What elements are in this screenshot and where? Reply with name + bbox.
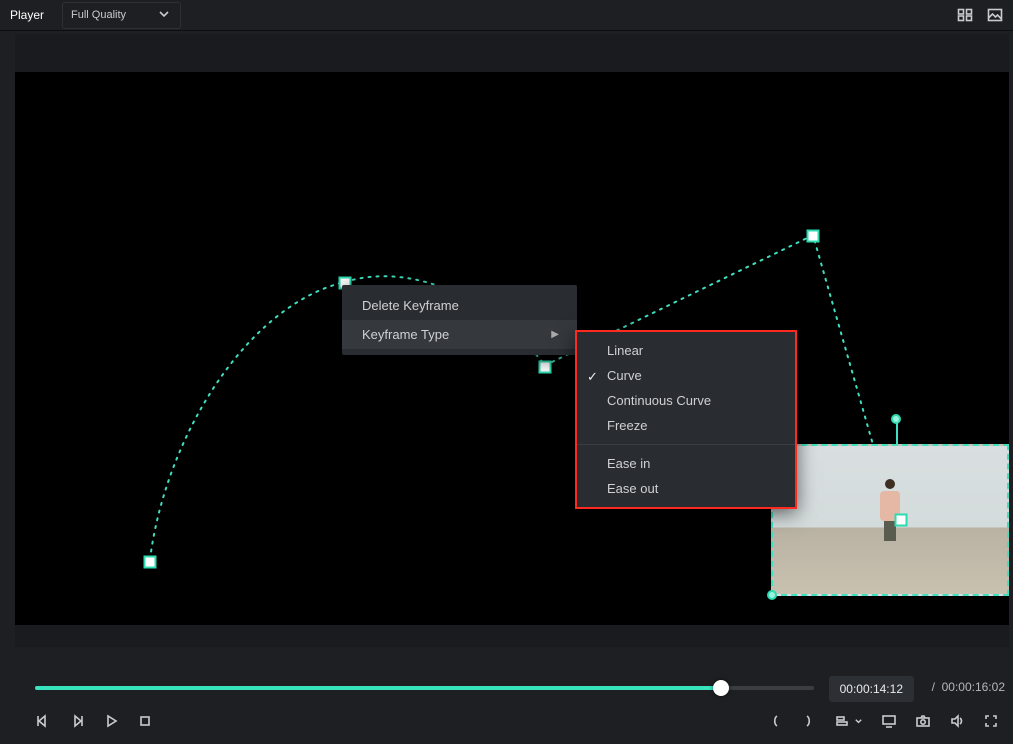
top-icon-group (957, 7, 1003, 23)
stop-button[interactable] (137, 713, 153, 729)
clip-bounding-box[interactable] (771, 444, 1009, 596)
keyframe-type-item[interactable]: Keyframe Type ▶ (342, 320, 577, 349)
chevron-down-icon (156, 6, 172, 25)
step-forward-button[interactable] (69, 713, 85, 729)
check-icon: ✓ (587, 369, 598, 385)
fullscreen-button[interactable] (983, 713, 999, 729)
keyframe-handle[interactable] (807, 230, 820, 243)
menu-item-label: Continuous Curve (607, 393, 711, 408)
progress-fill (35, 686, 721, 690)
quality-dropdown[interactable]: Full Quality (62, 2, 181, 29)
top-bar: Player Full Quality (0, 0, 1013, 31)
thumbnail-figure (879, 479, 901, 541)
tool-group (767, 713, 999, 729)
preview-canvas[interactable]: Delete Keyframe Keyframe Type ▶ Linear ✓… (15, 72, 1009, 625)
total-time: / 00:00:16:02 (932, 680, 1005, 694)
quality-dropdown-value: Full Quality (71, 9, 126, 21)
menu-item-label: Ease in (607, 456, 650, 471)
step-back-button[interactable] (35, 713, 51, 729)
player-label: Player (10, 8, 44, 22)
menu-item-label: Linear (607, 343, 643, 358)
context-menu: Delete Keyframe Keyframe Type ▶ (342, 285, 577, 355)
keyframe-type-freeze[interactable]: Freeze (577, 413, 795, 438)
keyframe-handle[interactable] (144, 556, 157, 569)
progress-thumb[interactable] (713, 680, 729, 696)
menu-item-label: Freeze (607, 418, 647, 433)
menu-separator (577, 444, 795, 445)
mark-in-button[interactable] (767, 713, 783, 729)
anchor-point[interactable] (895, 514, 908, 527)
ratio-menu-button[interactable] (835, 713, 863, 729)
keyframe-type-linear[interactable]: Linear (577, 338, 795, 363)
transport-controls (35, 708, 999, 734)
keyframe-handle[interactable] (539, 361, 552, 374)
total-time-value: 00:00:16:02 (942, 680, 1005, 694)
corner-handle[interactable] (767, 590, 777, 600)
playback-group (35, 713, 153, 729)
time-separator: / (932, 680, 935, 694)
layout-grid-icon[interactable] (957, 7, 973, 23)
keyframe-type-continuous-curve[interactable]: Continuous Curve (577, 388, 795, 413)
menu-item-label: Keyframe Type (362, 327, 449, 342)
keyframe-type-ease-out[interactable]: Ease out (577, 476, 795, 501)
current-time[interactable]: 00:00:14:12 (829, 676, 914, 702)
menu-item-label: Ease out (607, 481, 658, 496)
snapshot-button[interactable] (915, 713, 931, 729)
keyframe-type-curve[interactable]: ✓ Curve (577, 363, 795, 388)
menu-item-label: Delete Keyframe (362, 298, 459, 313)
mark-out-button[interactable] (801, 713, 817, 729)
progress-track[interactable] (35, 686, 814, 690)
render-preview-button[interactable] (881, 713, 897, 729)
keyframe-type-ease-in[interactable]: Ease in (577, 451, 795, 476)
volume-button[interactable] (949, 713, 965, 729)
keyframe-type-submenu: Linear ✓ Curve Continuous Curve Freeze E… (575, 330, 797, 509)
transport-bar: 00:00:14:12 / 00:00:16:02 (15, 652, 1009, 744)
preview-panel: Delete Keyframe Keyframe Type ▶ Linear ✓… (15, 34, 1009, 647)
image-icon[interactable] (987, 7, 1003, 23)
menu-item-label: Curve (607, 368, 642, 383)
submenu-arrow-icon: ▶ (551, 329, 559, 340)
rotation-stem (896, 422, 898, 446)
play-button[interactable] (103, 713, 119, 729)
delete-keyframe-item[interactable]: Delete Keyframe (342, 291, 577, 320)
